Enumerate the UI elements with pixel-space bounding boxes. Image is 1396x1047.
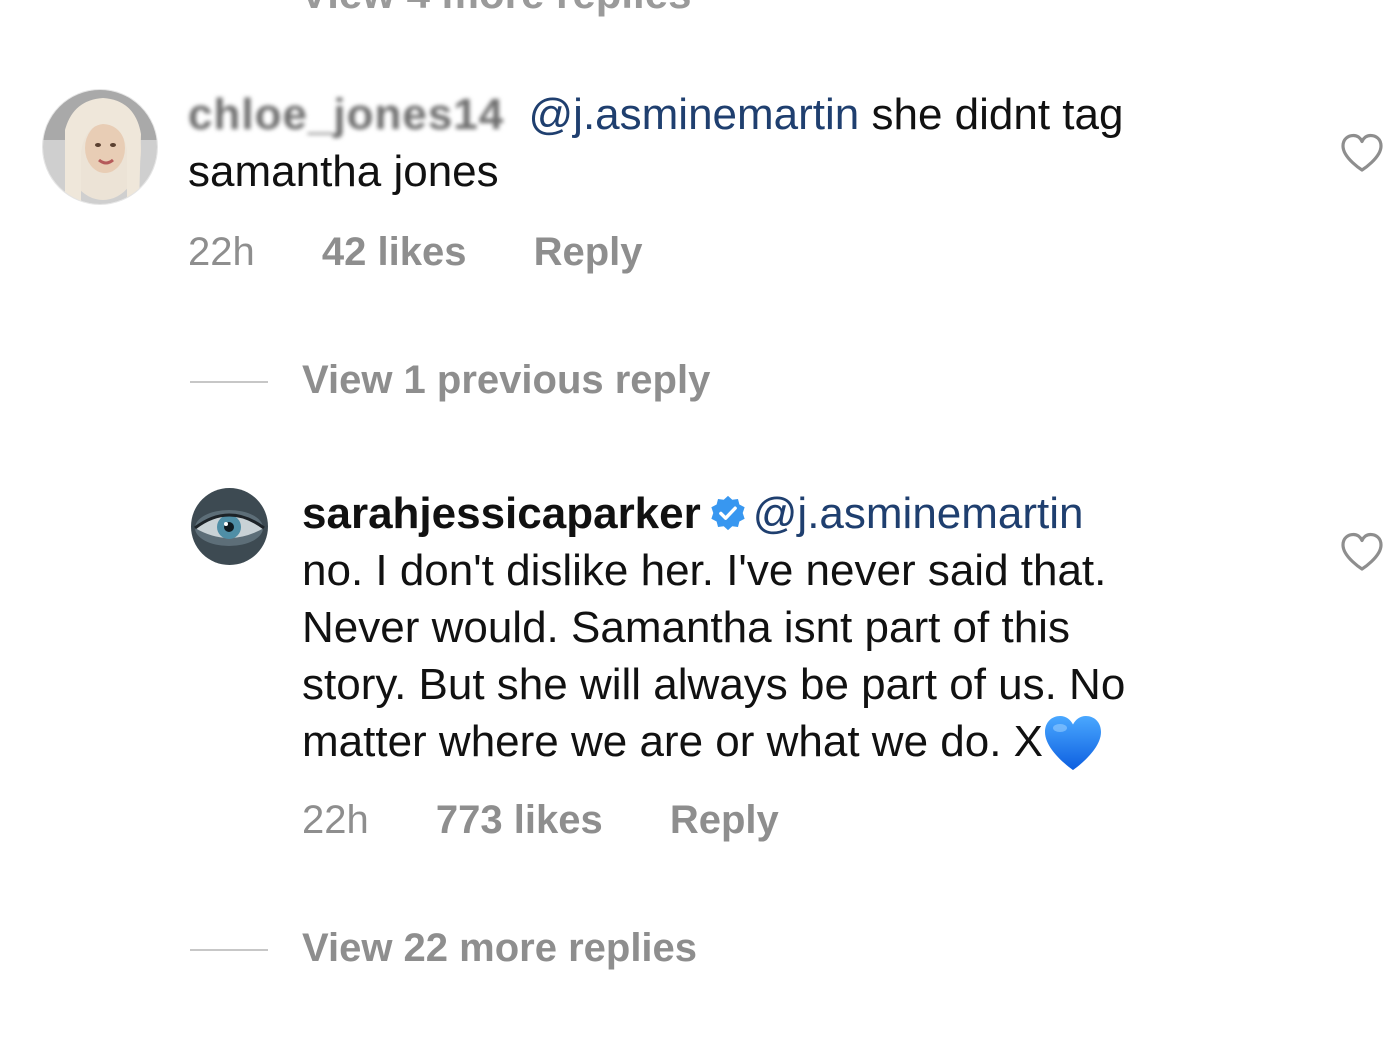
comment-time: 22h [188,230,255,274]
mention-link[interactable]: @j.asminemartin [753,489,1084,538]
heart-icon[interactable] [1340,133,1384,173]
comment-text-line4: matter where we are or what we do. X [302,717,1043,766]
comment-text-line2: Never would. Samantha isnt part of this [302,603,1070,652]
comment-body: chloe_jones14 @j.asminemartin she didnt … [188,86,1288,200]
heart-icon[interactable] [1340,532,1384,572]
comment-likes[interactable]: 773 likes [436,798,603,843]
blue-heart-emoji-icon [1045,716,1101,770]
divider-line [190,949,268,951]
view-more-replies-cut[interactable]: View 4 more replies [300,0,691,18]
reply-button[interactable]: Reply [534,230,643,275]
comment-text-line3: story. But she will always be part of us… [302,660,1126,709]
comment-likes[interactable]: 42 likes [322,230,467,275]
comments-screen: View 4 more replies chloe_jones14 @j.asm… [0,0,1396,1047]
avatar[interactable] [42,89,158,205]
comment-text-line2: samantha jones [188,147,499,196]
comment-meta: 22h 42 likes Reply [188,230,643,275]
comment-username[interactable]: chloe_jones14 [188,90,504,139]
divider-line [190,381,268,383]
view-previous-reply-button[interactable]: View 1 previous reply [302,358,710,403]
comment-meta: 22h 773 likes Reply [302,798,779,843]
avatar[interactable] [191,488,268,565]
comment-body: sarahjessicaparker @j.asminemartin no. I… [302,485,1342,772]
mention-link[interactable]: @j.asminemartin [529,90,860,139]
comment-time: 22h [302,798,369,842]
view-more-replies-button[interactable]: View 22 more replies [302,926,697,971]
comment-text-line1: she didnt tag [871,90,1124,139]
verified-badge-icon [711,495,745,531]
comment-text-line1: no. I don't dislike her. I've never said… [302,546,1107,595]
comment-username[interactable]: sarahjessicaparker [302,489,701,538]
reply-button[interactable]: Reply [670,798,779,843]
